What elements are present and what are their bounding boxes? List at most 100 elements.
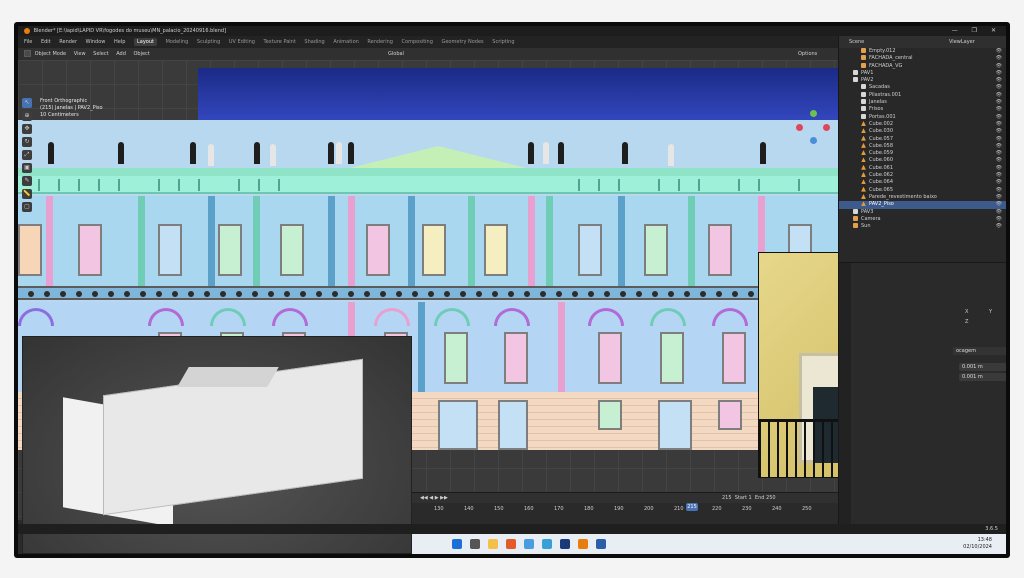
current-frame-field[interactable]: 215 [722, 495, 732, 501]
properties-tabs[interactable] [839, 263, 851, 544]
blender-taskbar-icon[interactable] [578, 539, 588, 549]
editor-type-icon[interactable] [24, 50, 31, 57]
start-icon[interactable] [452, 539, 462, 549]
tab-uv-editing[interactable]: UV Editing [229, 39, 255, 45]
visibility-eye-icon[interactable]: 👁 [996, 92, 1002, 99]
tab-texture-paint[interactable]: Texture Paint [264, 39, 296, 45]
visibility-eye-icon[interactable]: 👁 [996, 223, 1002, 230]
outliner-row[interactable]: Cube.064 👁 [839, 179, 1006, 186]
playback-controls-icon[interactable]: ◀◀ ◀ ▶ ▶▶ [420, 495, 448, 501]
visibility-eye-icon[interactable]: 👁 [996, 84, 1002, 91]
visibility-eye-icon[interactable]: 👁 [996, 106, 1002, 113]
outliner-row[interactable]: Cube.061 👁 [839, 164, 1006, 172]
value-field[interactable]: 0.001 m [959, 373, 1006, 381]
timeline-editor[interactable]: ◀◀ ◀ ▶ ▶▶ 215 Start 1 End 250 130 140 15… [412, 492, 838, 524]
outliner-row[interactable]: PAV2 👁 [839, 77, 1006, 84]
outliner-row[interactable]: Parede_revestimento baixo 👁 [839, 193, 1006, 201]
outliner-row[interactable]: Cube.065 👁 [839, 186, 1006, 194]
outliner-row[interactable]: PAV1 👁 [839, 69, 1006, 77]
outliner-row[interactable]: Cube.030 👁 [839, 128, 1006, 135]
visibility-eye-icon[interactable]: 👁 [996, 172, 1002, 179]
tab-scripting[interactable]: Scripting [492, 39, 514, 45]
visibility-eye-icon[interactable]: 👁 [996, 63, 1002, 70]
panel-header[interactable]: ocagem [953, 347, 1006, 355]
navigation-gizmo[interactable] [796, 110, 830, 144]
viewlayer-selector[interactable]: ViewLayer [949, 36, 975, 48]
outliner-row[interactable]: Cube.058 👁 [839, 142, 1006, 150]
transform-orientation-dropdown[interactable]: Global [388, 48, 404, 60]
menu-object[interactable]: Object [133, 51, 149, 57]
visibility-eye-icon[interactable]: 👁 [996, 150, 1002, 157]
search-icon[interactable] [470, 539, 480, 549]
playhead[interactable]: 215 [686, 503, 698, 511]
menu-render[interactable]: Render [59, 39, 77, 45]
tab-sculpting[interactable]: Sculpting [197, 39, 220, 45]
visibility-eye-icon[interactable]: 👁 [996, 128, 1002, 135]
outliner-row[interactable]: Pilastras.001 👁 [839, 91, 1006, 99]
outliner-row[interactable]: Sacadas 👁 [839, 84, 1006, 91]
outliner-row[interactable]: FACHADA_central 👁 [839, 55, 1006, 62]
outliner-row[interactable]: PAV2_Piso 👁 [839, 201, 1006, 209]
visibility-eye-icon[interactable]: 👁 [996, 99, 1002, 106]
visibility-eye-icon[interactable]: 👁 [996, 70, 1002, 77]
system-clock[interactable]: 13:48 02/10/2024 [963, 537, 992, 551]
photoshop-icon[interactable] [560, 539, 570, 549]
move-tool-icon[interactable]: ✥ [22, 124, 32, 134]
outliner-row[interactable]: Frisos 👁 [839, 106, 1006, 113]
visibility-eye-icon[interactable]: 👁 [996, 201, 1002, 208]
visibility-eye-icon[interactable]: 👁 [996, 114, 1002, 121]
options-dropdown[interactable]: Options [798, 48, 817, 60]
measure-tool-icon[interactable]: 📏 [22, 189, 32, 199]
annotate-tool-icon[interactable]: ✎ [22, 176, 32, 186]
tab-modeling[interactable]: Modeling [166, 39, 189, 45]
visibility-eye-icon[interactable]: 👁 [996, 157, 1002, 164]
browser-icon[interactable] [506, 539, 516, 549]
tab-compositing[interactable]: Compositing [402, 39, 433, 45]
scale-tool-icon[interactable]: ⤢ [22, 150, 32, 160]
menu-view[interactable]: View [74, 51, 86, 57]
folder-icon[interactable] [488, 539, 498, 549]
menu-window[interactable]: Window [86, 39, 106, 45]
object-mode-dropdown[interactable]: Object Mode [35, 51, 67, 57]
window-controls[interactable]: — ❐ ✕ [952, 26, 1002, 36]
visibility-eye-icon[interactable]: 👁 [996, 48, 1002, 55]
menu-add[interactable]: Add [116, 51, 126, 57]
end-frame-field[interactable]: 250 [766, 495, 776, 501]
outliner-row[interactable]: FACHADA_VG 👁 [839, 62, 1006, 70]
transform-tool-icon[interactable]: ▣ [22, 163, 32, 173]
timeline-ruler[interactable]: 130 140 150 160 170 180 190 200 210 220 … [412, 503, 838, 515]
add-cube-tool-icon[interactable]: ▢ [22, 202, 32, 212]
tab-animation[interactable]: Animation [333, 39, 359, 45]
visibility-eye-icon[interactable]: 👁 [996, 143, 1002, 150]
visibility-eye-icon[interactable]: 👁 [996, 216, 1002, 223]
menu-file[interactable]: File [24, 39, 32, 45]
start-frame-field[interactable]: 1 [749, 495, 752, 501]
visibility-eye-icon[interactable]: 👁 [996, 187, 1002, 194]
visibility-eye-icon[interactable]: 👁 [996, 136, 1002, 143]
visibility-eye-icon[interactable]: 👁 [996, 121, 1002, 128]
visibility-eye-icon[interactable]: 👁 [996, 165, 1002, 172]
outliner-row[interactable]: Cube.062 👁 [839, 172, 1006, 179]
outliner-row[interactable]: Cube.002 👁 [839, 120, 1006, 128]
visibility-eye-icon[interactable]: 👁 [996, 209, 1002, 216]
visibility-eye-icon[interactable]: 👁 [996, 55, 1002, 62]
outliner-row[interactable]: Empty.012 👁 [839, 48, 1006, 55]
visibility-eye-icon[interactable]: 👁 [996, 179, 1002, 186]
outliner-row[interactable]: Sun 👁 [839, 223, 1006, 230]
tab-geometry-nodes[interactable]: Geometry Nodes [441, 39, 483, 45]
cursor-tool-icon[interactable]: ⊕ [22, 111, 32, 121]
outliner-row[interactable]: PAV3 👁 [839, 208, 1006, 216]
scene-selector[interactable]: Scene [849, 39, 864, 45]
rotate-tool-icon[interactable]: ↻ [22, 137, 32, 147]
value-field[interactable]: 0.001 m [959, 363, 1006, 371]
select-tool-icon[interactable]: ↖ [22, 98, 32, 108]
outliner-row[interactable]: Portas.001 👁 [839, 113, 1006, 121]
tab-shading[interactable]: Shading [304, 39, 324, 45]
menu-edit[interactable]: Edit [41, 39, 51, 45]
menu-select[interactable]: Select [93, 51, 108, 57]
app-icon[interactable] [524, 539, 534, 549]
outliner-row[interactable]: Cube.060 👁 [839, 157, 1006, 164]
tab-rendering[interactable]: Rendering [367, 39, 393, 45]
app-icon[interactable] [542, 539, 552, 549]
outliner-row[interactable]: Camera 👁 [839, 215, 1006, 223]
